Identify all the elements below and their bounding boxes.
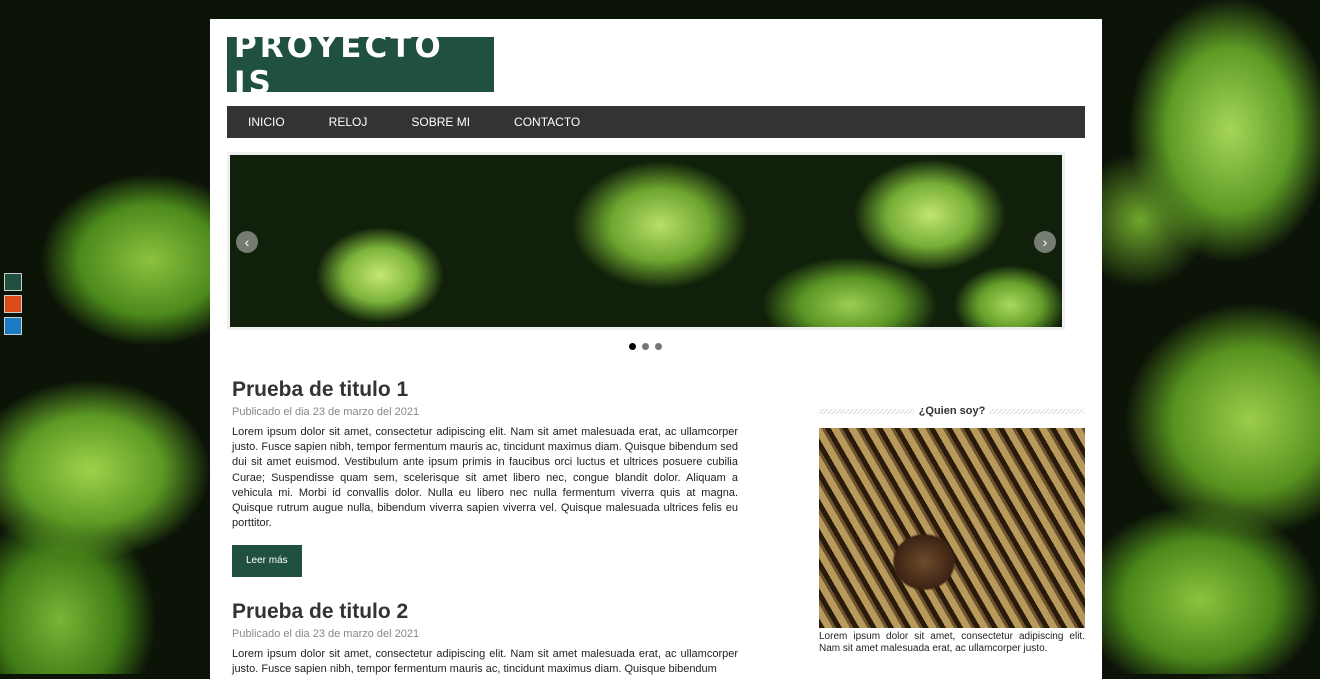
read-more-button[interactable]: Leer más — [232, 545, 302, 578]
slider-dot-1[interactable] — [629, 343, 636, 350]
article-date: Publicado el dia 23 de marzo del 2021 — [232, 628, 420, 640]
article-title[interactable]: Prueba de titulo 1 — [232, 378, 738, 402]
slider-dot-3[interactable] — [655, 343, 662, 350]
nav-inicio[interactable]: INICIO — [248, 115, 285, 129]
theme-switcher — [4, 273, 26, 339]
chevron-right-icon: › — [1042, 234, 1048, 250]
sidebar-heading: ¿Quien soy? — [819, 405, 1085, 417]
slider-pager — [629, 343, 662, 350]
slider-dot-2[interactable] — [642, 343, 649, 350]
image-slider: ‹ › — [227, 152, 1065, 330]
snail-image — [819, 428, 1085, 628]
nav-contacto[interactable]: CONTACTO — [514, 115, 580, 129]
sidebar-caption: Lorem ipsum dolor sit amet, consectetur … — [819, 631, 1085, 654]
slider-prev-button[interactable]: ‹ — [236, 231, 258, 253]
article-body: Lorem ipsum dolor sit amet, consectetur … — [232, 426, 738, 530]
chevron-left-icon: ‹ — [244, 234, 250, 250]
article-2: Prueba de titulo 2 Publicado el dia 23 d… — [232, 600, 738, 677]
page-container: PROYECTO JS INICIO RELOJ SOBRE MI CONTAC… — [210, 19, 1102, 679]
slide-image — [230, 155, 1062, 327]
sidebar: ¿Quien soy? Lorem ipsum dolor sit amet, … — [819, 405, 1085, 655]
nav-sobre-mi[interactable]: SOBRE MI — [411, 115, 470, 129]
article-1: Prueba de titulo 1 Publicado el dia 23 d… — [232, 378, 738, 578]
theme-green-swatch[interactable] — [4, 273, 22, 291]
slider-next-button[interactable]: › — [1034, 231, 1056, 253]
nav-reloj[interactable]: RELOJ — [329, 115, 368, 129]
article-date: Publicado el dia 23 de marzo del 2021 — [232, 406, 420, 418]
article-body: Lorem ipsum dolor sit amet, consectetur … — [232, 648, 738, 676]
main-nav: INICIO RELOJ SOBRE MI CONTACTO — [227, 106, 1085, 138]
theme-red-swatch[interactable] — [4, 295, 22, 313]
site-logo[interactable]: PROYECTO JS — [227, 29, 494, 101]
theme-blue-swatch[interactable] — [4, 317, 22, 335]
article-title[interactable]: Prueba de titulo 2 — [232, 600, 738, 624]
